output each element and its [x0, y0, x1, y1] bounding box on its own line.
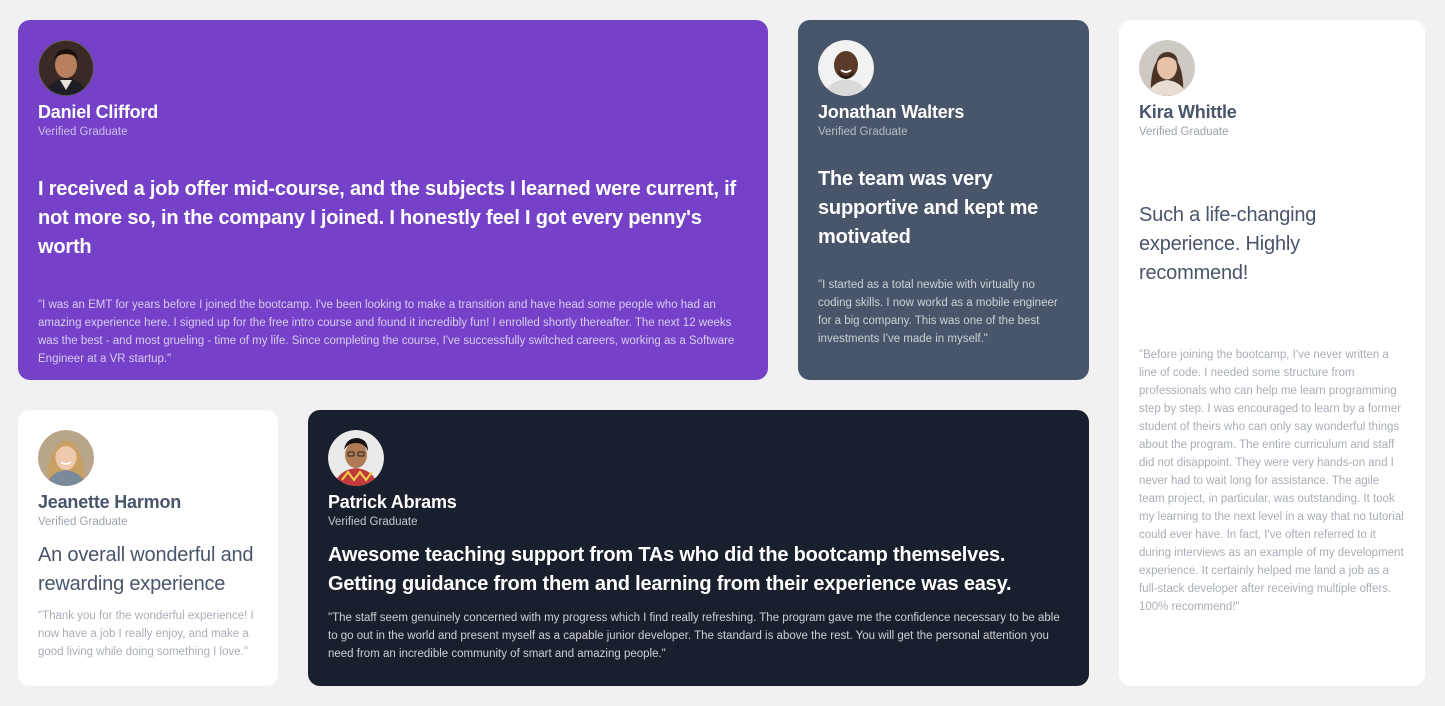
testimonial-card-patrick-abrams: Patrick Abrams Verified Graduate Awesome… — [308, 410, 1089, 686]
testimonial-quote: "I was an EMT for years before I joined … — [38, 299, 735, 365]
testimonial-headline: I received a job offer mid-course, and t… — [38, 178, 736, 258]
testimonial-headline: The team was very supportive and kept me… — [818, 168, 1039, 248]
testimonial-quote: "Before joining the bootcamp, I've never… — [1139, 349, 1404, 613]
testimonial-card-daniel-clifford: Daniel Clifford Verified Graduate I rece… — [18, 20, 768, 380]
testimonial-card-jeanette-harmon: Jeanette Harmon Verified Graduate An ove… — [18, 410, 278, 686]
reviewer-name: Jonathan Walters — [818, 102, 965, 122]
testimonial-quote: "The staff seem genuinely concerned with… — [328, 612, 1060, 660]
testimonial-quote: "Thank you for the wonderful experience!… — [38, 610, 254, 658]
verified-status: Verified Graduate — [818, 126, 908, 138]
reviewer-name: Kira Whittle — [1139, 102, 1237, 122]
testimonial-headline: Awesome teaching support from TAs who di… — [328, 544, 1012, 595]
testimonial-quote: "I started as a total newbie with virtua… — [818, 279, 1058, 345]
avatar — [818, 40, 874, 96]
avatar — [1139, 40, 1195, 96]
avatar — [38, 430, 94, 486]
reviewer-name: Daniel Clifford — [38, 102, 159, 122]
reviewer-name: Patrick Abrams — [328, 492, 457, 512]
verified-status: Verified Graduate — [38, 126, 128, 138]
verified-status: Verified Graduate — [328, 516, 418, 528]
testimonial-headline: An overall wonderful and rewarding exper… — [38, 544, 254, 595]
avatar — [38, 40, 94, 96]
testimonial-card-jonathan-walters: Jonathan Walters Verified Graduate The t… — [798, 20, 1089, 380]
verified-status: Verified Graduate — [38, 516, 128, 528]
testimonial-headline: Such a life-changing experience. Highly … — [1139, 204, 1317, 284]
verified-status: Verified Graduate — [1139, 126, 1229, 138]
avatar — [328, 430, 384, 486]
reviewer-name: Jeanette Harmon — [38, 492, 182, 512]
testimonial-card-kira-whittle: Kira Whittle Verified Graduate Such a li… — [1119, 20, 1425, 686]
